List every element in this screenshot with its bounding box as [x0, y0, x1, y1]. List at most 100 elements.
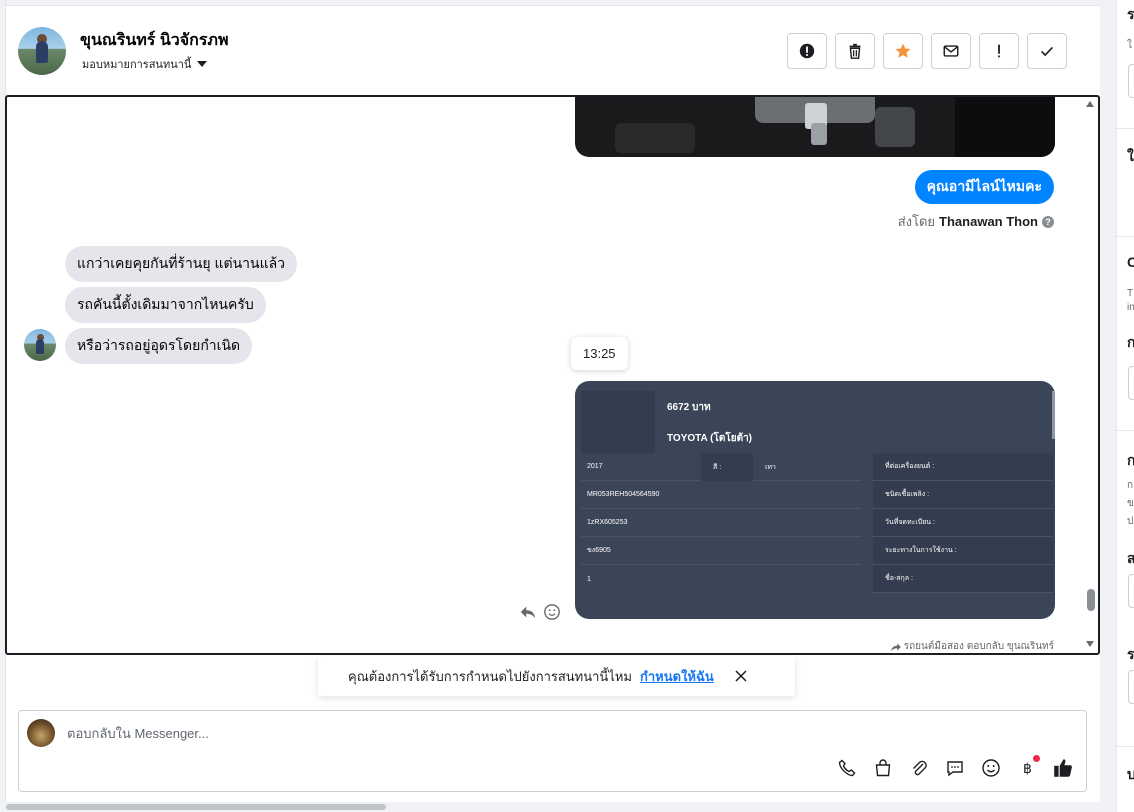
- image-shape: [875, 107, 915, 147]
- card-row: MR053REH504564590: [581, 481, 861, 509]
- star-icon: [895, 43, 911, 58]
- header-actions: [787, 33, 1067, 69]
- card-field-label: วันที่จดทะเบียน :: [873, 509, 1053, 537]
- exclamation-icon: [998, 44, 1000, 58]
- react-emoji-icon[interactable]: [543, 603, 561, 621]
- horizontal-scrollbar-thumb[interactable]: [6, 804, 386, 810]
- envelope-icon: [943, 45, 959, 57]
- shopping-bag-icon[interactable]: [872, 757, 894, 779]
- svg-text:฿: ฿: [1023, 761, 1032, 777]
- incoming-message[interactable]: แกว่าเคยคุยกันที่ร้านยุ แต่นานแล้ว: [65, 246, 298, 282]
- panel-input[interactable]: [1128, 366, 1134, 400]
- card-thumbnail: [581, 425, 655, 453]
- thumbs-up-icon[interactable]: [1052, 757, 1074, 779]
- panel-text: ใ: [1127, 40, 1132, 51]
- outgoing-message[interactable]: คุณอามีไลน์ไหมคะ: [914, 170, 1054, 204]
- star-button[interactable]: [883, 33, 923, 69]
- footnote-text: รถยนต์มือสอง ตอบกลับ ขุนณรินทร์: [903, 641, 1054, 652]
- message-composer: ฿: [18, 710, 1087, 792]
- image-shape: [615, 123, 695, 153]
- panel-input[interactable]: [1128, 64, 1134, 98]
- right-panel: ร ใ ใ C T in ก ก ก ข ป ส ร บ: [1100, 0, 1134, 812]
- panel-heading: ส: [1127, 550, 1134, 566]
- sent-by-name: Thanawan Thon: [939, 214, 1038, 229]
- panel-text: ข: [1127, 498, 1134, 509]
- card-price: 6672 บาท: [667, 402, 711, 413]
- sent-by-label: ส่งโดย Thanawan Thon ?: [898, 211, 1054, 232]
- assign-prompt-banner: คุณต้องการได้รับการกำหนดไปยังการสนทนานี้…: [318, 656, 795, 696]
- avatar-body: [36, 41, 48, 63]
- card-color-value: เทา: [765, 463, 776, 471]
- trash-icon: [849, 43, 861, 59]
- panel-heading: บ: [1127, 766, 1134, 782]
- top-divider: [6, 0, 1100, 6]
- scroll-up-arrow-icon[interactable]: [1086, 101, 1094, 107]
- incoming-message[interactable]: รถคันนี้ตั้งเดิมมาจากไหนครับ: [65, 287, 266, 323]
- card-row: 1: [587, 575, 591, 583]
- card-row: 1zRX605253: [581, 509, 861, 537]
- sender-avatar[interactable]: [24, 329, 56, 361]
- reply-icon[interactable]: [519, 603, 537, 621]
- avatar-body: [36, 339, 44, 354]
- close-icon[interactable]: [734, 669, 748, 683]
- timestamp-tooltip: 13:25: [571, 337, 628, 370]
- conversation-header: ขุนณรินทร์ นิวจักรภพ มอบหมายการสนทนานี้: [6, 7, 1100, 95]
- check-icon: [1041, 46, 1053, 57]
- card-field-label: ที่ต่อเครื่องยนต์ :: [873, 453, 1053, 481]
- banner-text: คุณต้องการได้รับการกำหนดไปยังการสนทนานี้…: [348, 668, 632, 684]
- saved-replies-icon[interactable]: [944, 757, 966, 779]
- assign-dropdown[interactable]: มอบหมายการสนทนานี้: [82, 55, 208, 73]
- contact-avatar[interactable]: [18, 27, 66, 75]
- reply-footnote: รถยนต์มือสอง ตอบกลับ ขุนณรินทร์: [890, 639, 1054, 653]
- contact-name[interactable]: ขุนณรินทร์ นิวจักรภพ: [80, 28, 229, 53]
- assign-to-me-link[interactable]: กำหนดให้ฉัน: [640, 666, 714, 687]
- page-avatar: [27, 719, 55, 747]
- panel-heading: ใ: [1127, 148, 1134, 164]
- help-icon[interactable]: ?: [1042, 215, 1054, 228]
- follow-up-button[interactable]: [979, 33, 1019, 69]
- scroll-down-arrow-icon[interactable]: [1086, 641, 1094, 647]
- panel-input[interactable]: [1128, 670, 1134, 704]
- emoji-icon[interactable]: [980, 757, 1002, 779]
- panel-heading: ก: [1127, 452, 1134, 468]
- assign-label: มอบหมายการสนทนานี้: [82, 59, 192, 71]
- panel-heading: C: [1127, 254, 1134, 270]
- panel-heading: ก: [1127, 334, 1134, 350]
- panel-text: T: [1127, 288, 1134, 299]
- card-row: ขง6905: [581, 537, 861, 565]
- payment-baht-icon[interactable]: ฿: [1016, 755, 1040, 779]
- notification-dot: [1033, 755, 1040, 762]
- sent-by-prefix: ส่งโดย: [897, 214, 936, 229]
- delete-button[interactable]: [835, 33, 875, 69]
- panel-text: ก: [1127, 480, 1134, 491]
- mark-done-button[interactable]: [1027, 33, 1067, 69]
- phone-icon[interactable]: [836, 757, 858, 779]
- card-color-label: สี :: [701, 453, 753, 481]
- card-field-label: ชื่อ-สกุล :: [873, 565, 1053, 593]
- report-button[interactable]: [787, 33, 827, 69]
- horizontal-scrollbar[interactable]: [0, 802, 1100, 812]
- composer-tools: ฿: [836, 755, 1074, 779]
- image-shape: [811, 123, 827, 145]
- panel-input[interactable]: [1128, 574, 1134, 608]
- paperclip-icon[interactable]: [908, 757, 930, 779]
- panel-heading: ร: [1127, 646, 1134, 662]
- panel-heading: ร: [1127, 6, 1134, 22]
- right-panel-card: ร ใ ใ C T in ก ก ก ข ป ส ร บ: [1116, 0, 1134, 812]
- mark-unread-button[interactable]: [931, 33, 971, 69]
- message-actions: [519, 603, 561, 621]
- car-interior-image[interactable]: [575, 97, 1055, 157]
- panel-text: in: [1127, 302, 1134, 313]
- incoming-message[interactable]: หรือว่ารถอยู่อุดรโดยกำเนิด: [65, 328, 253, 364]
- panel-text: ป: [1127, 516, 1134, 527]
- forward-arrow-icon: [890, 642, 901, 651]
- exclamation-circle-icon: [799, 43, 815, 59]
- card-field-label: ชนิดเชื้อเพลิง :: [873, 481, 1053, 509]
- card-scrollbar[interactable]: [1052, 391, 1055, 439]
- card-thumbnail: [581, 391, 655, 425]
- thread-scrollbar-thumb[interactable]: [1087, 589, 1095, 611]
- card-brand: TOYOTA (โตโยต้า): [667, 433, 753, 444]
- reply-input[interactable]: [67, 721, 767, 745]
- message-thread[interactable]: คุณอามีไลน์ไหมคะ ส่งโดย Thanawan Thon ? …: [5, 95, 1100, 655]
- vehicle-info-card[interactable]: 6672 บาท TOYOTA (โตโยต้า) 2017 สี : เทา …: [575, 381, 1055, 619]
